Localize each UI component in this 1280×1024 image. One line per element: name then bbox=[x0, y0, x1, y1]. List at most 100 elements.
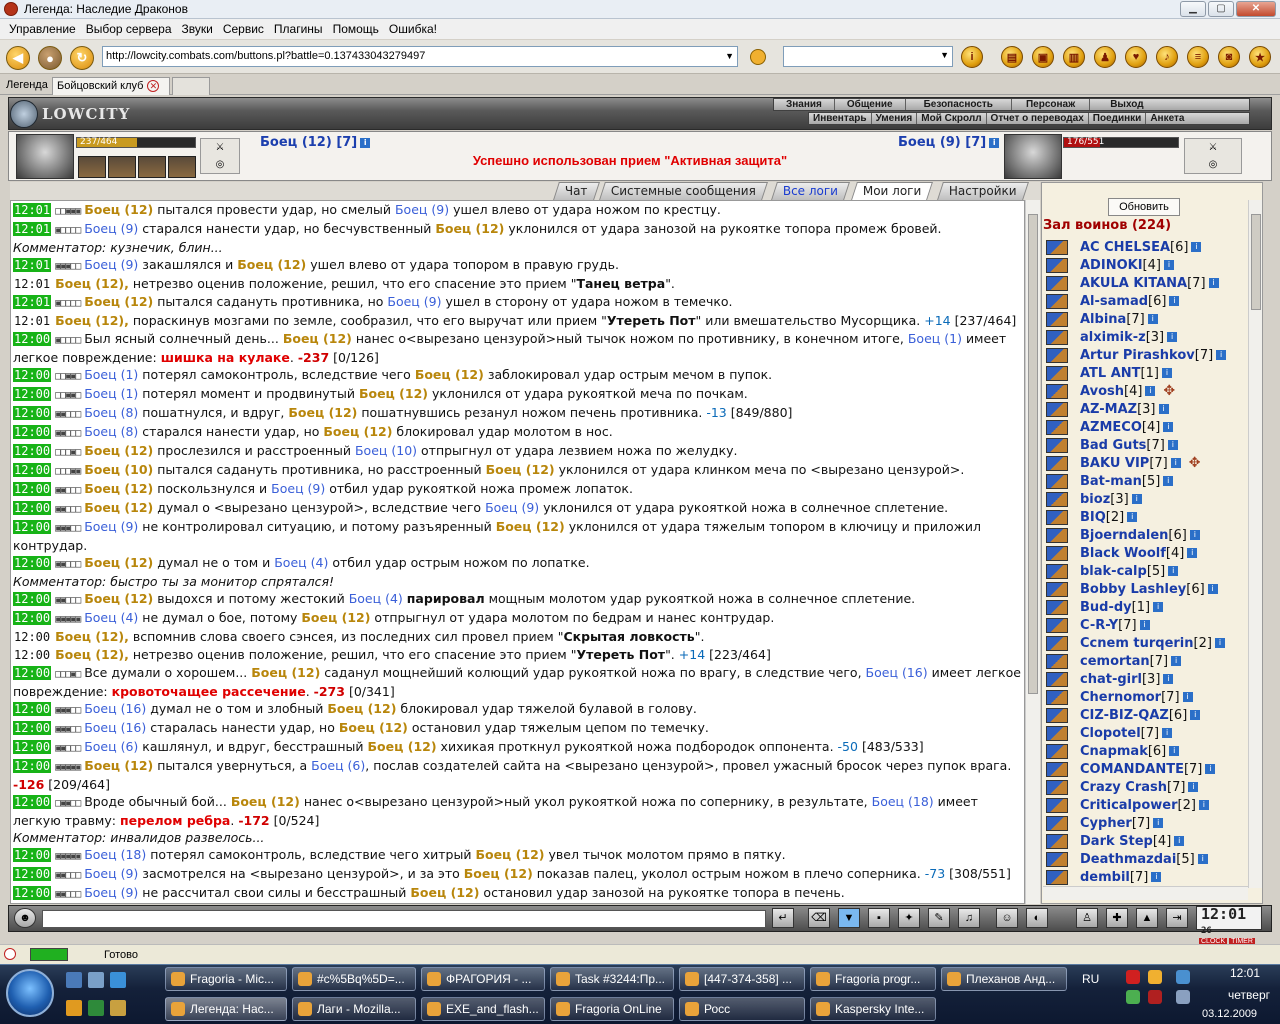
menu-plugins[interactable]: Плагины bbox=[269, 22, 328, 36]
smiley-icon[interactable]: ☺ bbox=[996, 908, 1018, 928]
lock-icon[interactable]: ▲ bbox=[1136, 908, 1158, 928]
item-slot[interactable] bbox=[78, 156, 106, 178]
fighter-name[interactable]: Боец (12) bbox=[84, 443, 153, 458]
battle-icon[interactable] bbox=[1046, 761, 1068, 777]
notify-icon[interactable] bbox=[1148, 970, 1162, 984]
map-icon[interactable]: ◐ bbox=[1026, 908, 1048, 928]
tray-time[interactable]: 12:01 bbox=[1230, 966, 1260, 980]
menu-sounds[interactable]: Звуки bbox=[177, 22, 218, 36]
pause-icon[interactable] bbox=[4, 948, 16, 960]
user-row[interactable]: CIZ-BIZ-QAZ [6] i bbox=[1043, 706, 1248, 724]
info-icon[interactable]: i bbox=[1207, 584, 1218, 594]
user-row[interactable]: C-R-Y [7] i bbox=[1043, 616, 1248, 634]
user-row[interactable]: AC CHELSEA [6] i bbox=[1043, 238, 1248, 256]
info-icon[interactable]: i bbox=[1147, 314, 1158, 324]
info-icon[interactable]: i bbox=[1174, 836, 1185, 846]
user-name[interactable]: Clopotel bbox=[1080, 726, 1141, 741]
fighter-name[interactable]: Боец (1) bbox=[84, 386, 138, 401]
user-row[interactable]: ADINOKI [4] i bbox=[1043, 256, 1248, 274]
item-slot[interactable] bbox=[168, 156, 196, 178]
refresh-icon[interactable]: ↻ bbox=[70, 46, 94, 70]
user-row[interactable]: BAKU VIP [7] i ✥ bbox=[1043, 454, 1248, 472]
info-icon[interactable]: i bbox=[1151, 872, 1162, 882]
battle-icon[interactable] bbox=[1046, 797, 1068, 813]
info-icon[interactable]: i bbox=[1145, 386, 1156, 396]
info-icon[interactable]: i bbox=[1170, 458, 1181, 468]
fighter-name[interactable]: Боец (9) bbox=[271, 481, 325, 496]
info-icon[interactable]: i bbox=[1153, 602, 1164, 612]
music-icon[interactable]: ♫ bbox=[958, 908, 980, 928]
fighter-name[interactable]: Боец (12) bbox=[84, 591, 153, 606]
smiley-icon[interactable]: ☻ bbox=[14, 908, 36, 928]
exit-icon[interactable]: ⇥ bbox=[1166, 908, 1188, 928]
info-icon[interactable]: i bbox=[1189, 530, 1200, 540]
send-icon[interactable]: ↵ bbox=[772, 908, 794, 928]
user-name[interactable]: Cypher bbox=[1080, 816, 1132, 831]
user-name[interactable]: ADINOKI bbox=[1080, 258, 1143, 273]
user-name[interactable]: AZMECO bbox=[1080, 420, 1142, 435]
user-name[interactable]: BAKU VIP bbox=[1080, 456, 1149, 471]
nav-security[interactable]: Безопасность bbox=[906, 99, 1012, 110]
battle-icon[interactable] bbox=[1046, 239, 1068, 255]
fighter-name[interactable]: Боец (12), bbox=[55, 313, 129, 328]
taskbar-button[interactable]: Росс bbox=[679, 997, 805, 1021]
user-name[interactable]: dembil bbox=[1080, 870, 1130, 885]
battle-icon[interactable] bbox=[1046, 311, 1068, 327]
taskbar-button[interactable]: ФРАГОРИЯ - ... bbox=[421, 967, 545, 991]
info-icon[interactable]: i bbox=[1171, 656, 1182, 666]
info-icon[interactable]: i bbox=[1188, 782, 1199, 792]
save-icon[interactable]: ▪ bbox=[868, 908, 890, 928]
fighter-name[interactable]: Боец (9) bbox=[84, 519, 138, 534]
fighter-name[interactable]: Боец (1) bbox=[84, 367, 138, 382]
info-icon[interactable]: i bbox=[1190, 710, 1201, 720]
info-icon[interactable]: i bbox=[1214, 638, 1225, 648]
fighter-name[interactable]: Боец (12) bbox=[84, 758, 153, 773]
fighter-name[interactable]: Боец (16) bbox=[866, 665, 928, 680]
fighter-name[interactable]: Боец (12) bbox=[288, 405, 357, 420]
maximize-button[interactable]: ▢ bbox=[1208, 1, 1234, 17]
info-icon[interactable]: i bbox=[1158, 404, 1169, 414]
inventory-icon[interactable]: ▤ bbox=[1001, 46, 1023, 68]
user-name[interactable]: Albina bbox=[1080, 312, 1126, 327]
user-name[interactable]: BIQ bbox=[1080, 510, 1106, 525]
battle-icon[interactable] bbox=[1046, 473, 1068, 489]
user-name[interactable]: Avosh bbox=[1080, 384, 1124, 399]
person-icon[interactable]: ♙ bbox=[1076, 908, 1098, 928]
user-row[interactable]: Bjoerndalen [6] i bbox=[1043, 526, 1248, 544]
info-icon[interactable]: i bbox=[1163, 476, 1174, 486]
fighter-name[interactable]: Боец (12) bbox=[496, 519, 565, 534]
user-row[interactable]: Cypher [7] i bbox=[1043, 814, 1248, 832]
nav-transfers[interactable]: Отчет о переводах bbox=[987, 113, 1089, 124]
info-icon[interactable]: i bbox=[1191, 242, 1202, 252]
battle-icon[interactable] bbox=[1046, 743, 1068, 759]
info-icon[interactable]: i bbox=[1131, 494, 1142, 504]
taskbar-button[interactable]: Лаги - Mozilla... bbox=[292, 997, 416, 1021]
opponent-name[interactable]: Боец (9) [7] i bbox=[898, 135, 1000, 150]
fighter-name[interactable]: Боец (18) bbox=[872, 794, 934, 809]
fighter-name[interactable]: Боец (18) bbox=[84, 847, 146, 862]
user-name[interactable]: Bjoerndalen bbox=[1080, 528, 1168, 543]
fighter-name[interactable]: Боец (4) bbox=[274, 555, 328, 570]
user-name[interactable]: blak-calp bbox=[1080, 564, 1147, 579]
fighter-name[interactable]: Боец (12), bbox=[55, 647, 129, 662]
fighter-name[interactable]: Боец (8) bbox=[84, 424, 138, 439]
fighter-name[interactable]: Боец (9) bbox=[387, 294, 441, 309]
user-row[interactable]: Albina [7] i bbox=[1043, 310, 1248, 328]
user-name[interactable]: Bobby Lashley bbox=[1080, 582, 1186, 597]
fighter-name[interactable]: Боец (9) bbox=[84, 866, 138, 881]
user-row[interactable]: Chernomor [7] i bbox=[1043, 688, 1248, 706]
item-slot[interactable] bbox=[108, 156, 136, 178]
user-name[interactable]: Bat-man bbox=[1080, 474, 1142, 489]
user-row[interactable]: Avosh [4] i ✥ bbox=[1043, 382, 1248, 400]
user-row[interactable]: AZ-MAZ [3] i bbox=[1043, 400, 1248, 418]
battle-icon[interactable] bbox=[1046, 347, 1068, 363]
info-icon[interactable]: i bbox=[1168, 566, 1179, 576]
info-icon[interactable]: i bbox=[1187, 548, 1198, 558]
tool-icon[interactable] bbox=[110, 1000, 126, 1016]
taskbar-button[interactable]: Легенда: Нас... bbox=[165, 997, 287, 1021]
user-row[interactable]: cemortan [7] i bbox=[1043, 652, 1248, 670]
user-row[interactable]: Dark Step [4] i bbox=[1043, 832, 1248, 850]
eraser-icon[interactable]: ⌫ bbox=[808, 908, 830, 928]
info-icon[interactable]: i bbox=[961, 46, 983, 68]
user-row[interactable]: Artur Pirashkov [7] i bbox=[1043, 346, 1248, 364]
